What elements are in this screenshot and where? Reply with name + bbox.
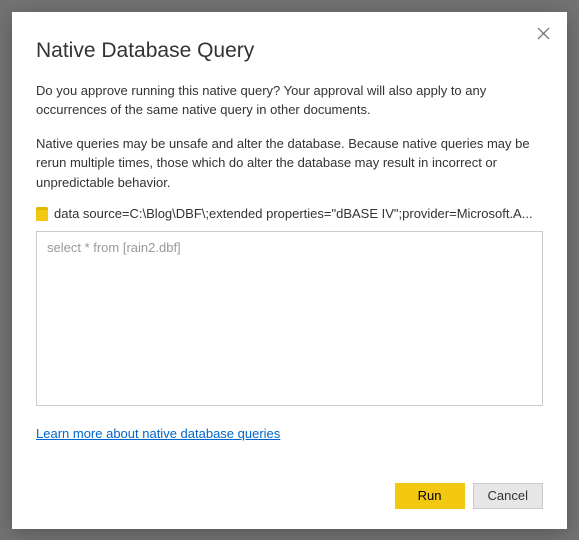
- dialog-button-row: Run Cancel: [395, 483, 543, 509]
- data-source-text: data source=C:\Blog\DBF\;extended proper…: [54, 206, 533, 221]
- database-icon: [36, 207, 48, 221]
- native-query-dialog: Native Database Query Do you approve run…: [12, 12, 567, 529]
- cancel-button[interactable]: Cancel: [473, 483, 543, 509]
- learn-more-link[interactable]: Learn more about native database queries: [36, 426, 280, 441]
- data-source-row: data source=C:\Blog\DBF\;extended proper…: [36, 206, 543, 221]
- approval-description: Do you approve running this native query…: [36, 81, 543, 120]
- dialog-title: Native Database Query: [36, 39, 543, 63]
- safety-description: Native queries may be unsafe and alter t…: [36, 134, 543, 193]
- close-button[interactable]: [533, 24, 553, 44]
- close-icon: [537, 27, 550, 40]
- run-button[interactable]: Run: [395, 483, 465, 509]
- query-textbox[interactable]: [36, 231, 543, 406]
